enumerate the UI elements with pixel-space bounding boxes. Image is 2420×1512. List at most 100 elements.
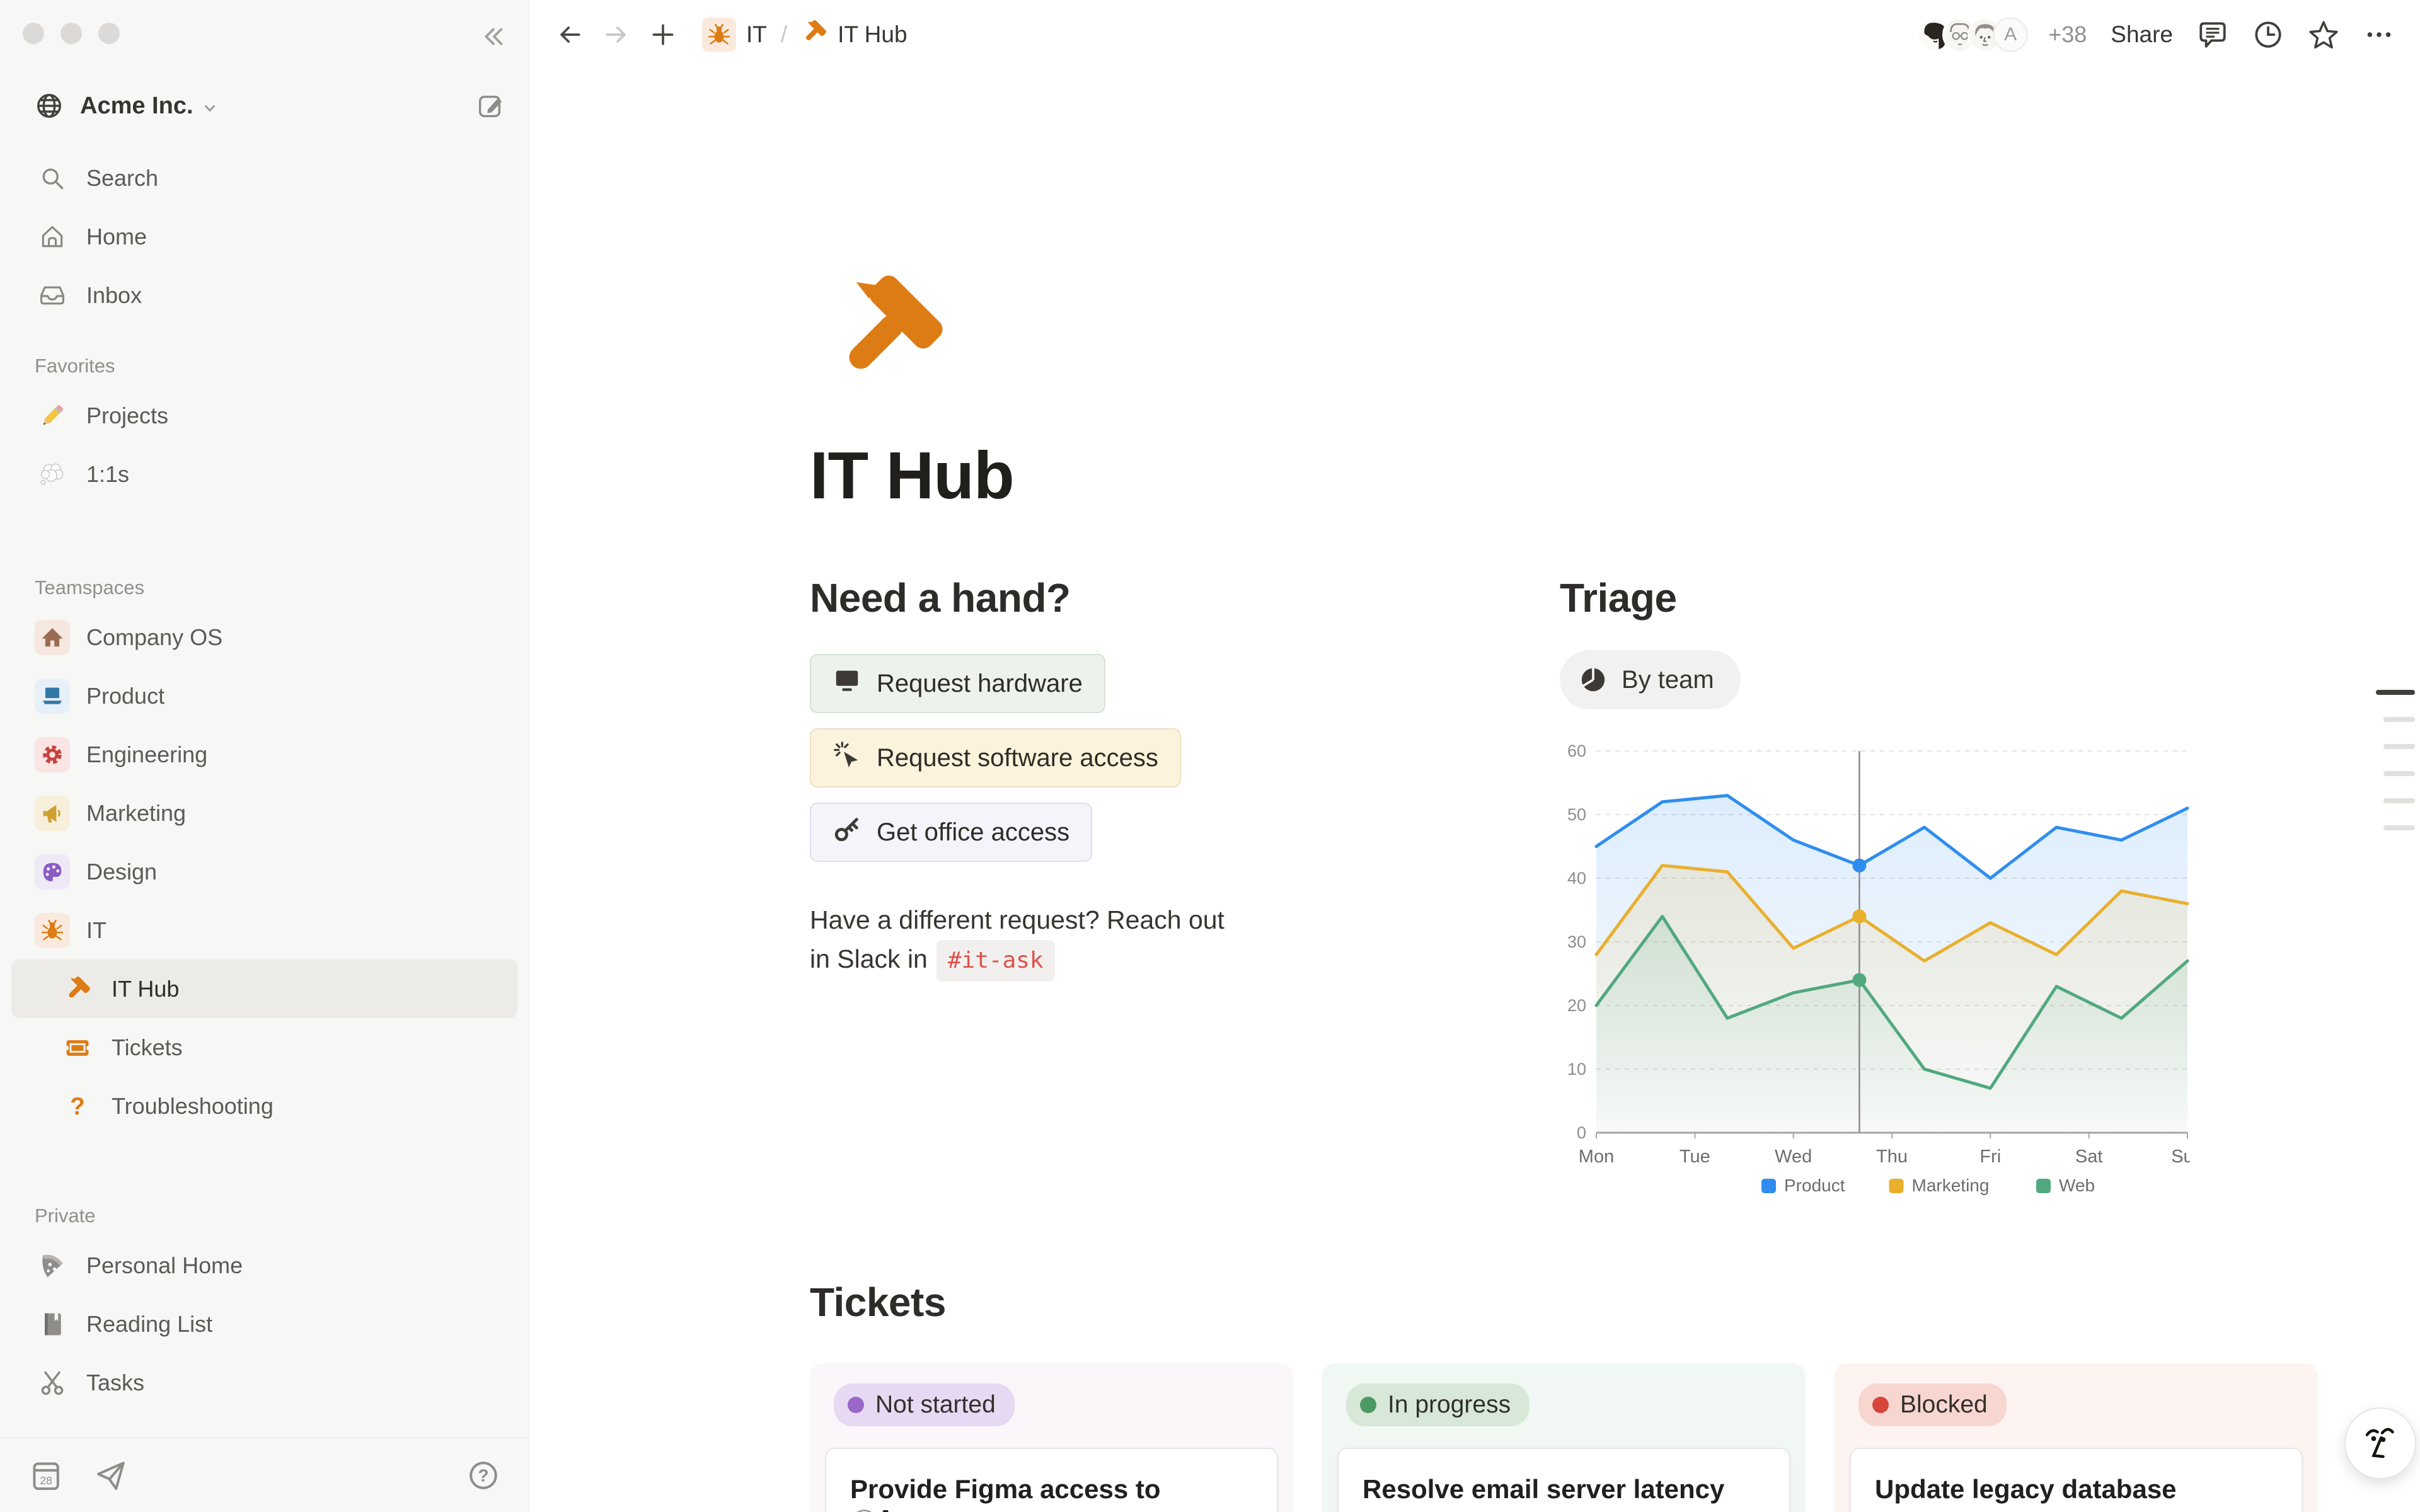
slack-note: Have a different request? Reach out in S…: [810, 901, 1364, 982]
sidebar-item-troubleshooting[interactable]: ? Troubleshooting: [11, 1077, 517, 1135]
slack-channel-chip[interactable]: #it-ask: [936, 940, 1055, 982]
sidebar: Acme Inc. Search Home Inbox Favorites Pr…: [0, 0, 529, 1512]
svg-text:Tue: Tue: [1680, 1147, 1710, 1167]
member-avatars[interactable]: A: [1917, 17, 2028, 52]
svg-text:?: ?: [70, 1092, 85, 1120]
page-icon-hammer[interactable]: [826, 270, 948, 392]
status-badge[interactable]: Not started: [834, 1383, 1015, 1426]
question-icon: ?: [60, 1089, 95, 1124]
collapse-sidebar-icon[interactable]: [475, 19, 510, 54]
sidebar-item-product[interactable]: Product: [11, 667, 517, 725]
sidebar-item-marketing[interactable]: Marketing: [11, 784, 517, 842]
svg-text:Web: Web: [2059, 1176, 2095, 1195]
help-icon[interactable]: ?: [466, 1458, 501, 1493]
sidebar-section-favorites: Favorites: [35, 355, 529, 377]
ticket-column-in-progress: In progress Resolve email server latency: [1322, 1363, 1806, 1512]
hammer-icon: [801, 19, 827, 51]
sidebar-item-it-hub[interactable]: IT Hub: [11, 959, 517, 1018]
svg-text:Product: Product: [1784, 1176, 1845, 1195]
updates-clock-icon[interactable]: [2252, 19, 2284, 50]
workspace-switcher[interactable]: Acme Inc.: [11, 82, 517, 130]
triage-chart[interactable]: 0102030405060MonTueWedThuFriSatSunProduc…: [1560, 742, 2190, 1208]
search-icon: [35, 161, 70, 196]
sidebar-item-company-os[interactable]: Company OS: [11, 608, 517, 667]
sidebar-item-it[interactable]: IT: [11, 901, 517, 959]
app-window: Acme Inc. Search Home Inbox Favorites Pr…: [0, 0, 2420, 1512]
by-team-filter-button[interactable]: By team: [1560, 650, 1741, 709]
tickets-section: Tickets Not started Provide Figma access…: [810, 1279, 2357, 1512]
outline-indicator[interactable]: [2376, 690, 2415, 830]
sidebar-item-label: Reading List: [86, 1311, 212, 1337]
sidebar-item-inbox[interactable]: Inbox: [11, 266, 517, 324]
minimize-window-button[interactable]: [60, 23, 82, 44]
ticket-icon: [60, 1030, 95, 1065]
send-icon[interactable]: [93, 1458, 129, 1493]
more-options-icon[interactable]: [2363, 19, 2395, 50]
svg-text:0: 0: [1577, 1123, 1586, 1142]
breadcrumb-page[interactable]: IT Hub: [838, 21, 907, 48]
close-window-button[interactable]: [23, 23, 44, 44]
bug-icon: [35, 913, 70, 948]
comments-icon[interactable]: [2197, 19, 2228, 50]
ticket-board: Not started Provide Figma access to @Ave…: [810, 1363, 2357, 1512]
avatar-initial: A: [1993, 17, 2028, 52]
sidebar-item-search[interactable]: Search: [11, 149, 517, 207]
sidebar-item-personal-home[interactable]: Personal Home: [11, 1236, 517, 1295]
svg-text:Mon: Mon: [1579, 1147, 1614, 1167]
section-heading: Tickets: [810, 1279, 2357, 1326]
get-office-access-button[interactable]: Get office access: [810, 803, 1092, 862]
sidebar-item-label: Design: [86, 859, 157, 885]
status-badge[interactable]: Blocked: [1858, 1383, 2007, 1426]
ticket-card[interactable]: Resolve email server latency: [1337, 1448, 1790, 1512]
sidebar-item-engineering[interactable]: Engineering: [11, 725, 517, 784]
sidebar-section-private: Private: [35, 1205, 529, 1227]
sidebar-item-tickets[interactable]: Tickets: [11, 1018, 517, 1077]
members-overflow-count[interactable]: +38: [2048, 21, 2087, 48]
favorite-star-icon[interactable]: [2308, 19, 2339, 50]
pencil-icon: [35, 398, 70, 433]
zoom-window-button[interactable]: [98, 23, 120, 44]
sidebar-item-label: Search: [86, 165, 158, 192]
sidebar-item-1-1s[interactable]: 1:1s: [11, 445, 517, 503]
sidebar-sections: Favorites Projects 1:1sTeamspaces Compan…: [0, 355, 529, 1412]
calendar-icon[interactable]: 28: [28, 1458, 63, 1493]
scissors-icon: [35, 1365, 70, 1400]
compose-icon[interactable]: [476, 91, 505, 120]
mention-at: @: [850, 1504, 876, 1512]
topbar-actions: A +38 Share: [1917, 17, 2395, 52]
sidebar-item-label: Inbox: [86, 282, 142, 309]
inbox-icon: [35, 278, 70, 313]
ticket-column-not-started: Not started Provide Figma access to @Ave…: [810, 1363, 1293, 1512]
request-buttons: Request hardware Request software access…: [810, 654, 1364, 862]
request-software-access-button[interactable]: Request software access: [810, 728, 1181, 788]
sidebar-item-tasks[interactable]: Tasks: [11, 1353, 517, 1412]
sidebar-item-label: Personal Home: [86, 1252, 243, 1279]
request-hardware-button[interactable]: Request hardware: [810, 654, 1105, 713]
back-icon[interactable]: [553, 18, 586, 51]
palette-icon: [35, 854, 70, 890]
breadcrumb-teamspace[interactable]: IT: [746, 21, 767, 48]
notion-ai-button[interactable]: [2344, 1407, 2416, 1479]
window-controls: [23, 23, 120, 44]
sidebar-item-design[interactable]: Design: [11, 842, 517, 901]
hammer-icon: [60, 971, 95, 1007]
svg-text:60: 60: [1567, 742, 1586, 760]
status-dot-icon: [1360, 1397, 1376, 1413]
svg-text:Thu: Thu: [1876, 1147, 1908, 1167]
sidebar-item-projects[interactable]: Projects: [11, 386, 517, 445]
section-heading: Need a hand?: [810, 575, 1364, 621]
house-icon: [35, 620, 70, 655]
sidebar-item-home[interactable]: Home: [11, 207, 517, 266]
status-badge[interactable]: In progress: [1346, 1383, 1530, 1426]
new-page-icon[interactable]: [647, 18, 679, 51]
sidebar-item-reading-list[interactable]: Reading List: [11, 1295, 517, 1353]
ticket-card[interactable]: Provide Figma access to @Avery: [825, 1448, 1278, 1512]
forward-icon[interactable]: [600, 18, 633, 51]
sidebar-item-label: Marketing: [86, 800, 186, 827]
ticket-card[interactable]: Update legacy database: [1850, 1448, 2303, 1512]
book-icon: [35, 1307, 70, 1342]
page-content: IT Hub Need a hand? Request hardware Req…: [529, 69, 2420, 1512]
chevron-down-icon: [201, 100, 219, 117]
mention-name: Avery: [876, 1504, 948, 1512]
share-button[interactable]: Share: [2111, 21, 2173, 48]
